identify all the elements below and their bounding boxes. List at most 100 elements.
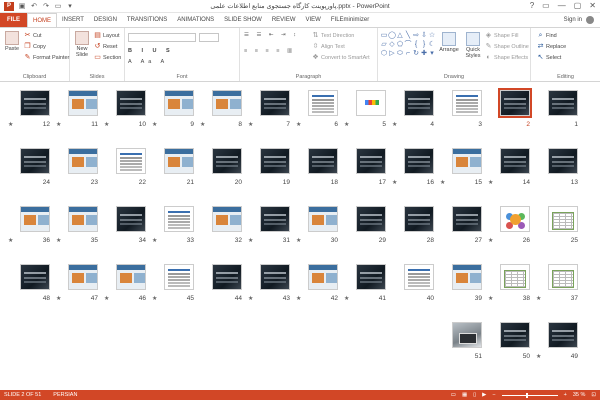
slide-thumbnail-29[interactable]: 29 [342, 206, 386, 246]
slide-thumbnail-38[interactable]: 38 ★ [486, 264, 530, 304]
slide-preview-9[interactable] [164, 90, 194, 116]
ribbon-display-button[interactable]: ▭ [542, 1, 550, 10]
format-painter-button[interactable]: ✎ Format Painter [24, 54, 70, 61]
slide-thumbnail-17[interactable]: 17 [342, 148, 386, 188]
undo-icon[interactable]: ↶ [30, 3, 38, 11]
cut-button[interactable]: ✂ Cut [24, 32, 42, 39]
slide-preview-3[interactable] [452, 90, 482, 116]
reset-button[interactable]: ↺ Reset [94, 43, 118, 50]
slide-thumbnail-33[interactable]: 33 ★ [150, 206, 194, 246]
slide-preview-7[interactable] [260, 90, 290, 116]
transition-star-icon[interactable]: ★ [56, 237, 61, 244]
slide-preview-8[interactable] [212, 90, 242, 116]
slide-thumbnail-50[interactable]: 50 [486, 322, 530, 362]
slide-thumbnail-6[interactable]: 6 ★ [294, 90, 338, 130]
normal-view-icon[interactable]: ▭ [451, 390, 456, 400]
font-family-select[interactable] [128, 33, 196, 42]
tab-home[interactable]: HOME [27, 13, 57, 27]
transition-star-icon[interactable]: ★ [488, 179, 493, 186]
text-direction-button[interactable]: ⇅ Text Direction [312, 32, 355, 39]
transition-star-icon[interactable]: ★ [248, 237, 253, 244]
slide-preview-51[interactable] [452, 322, 482, 348]
slide-thumbnail-16[interactable]: 16 ★ [390, 148, 434, 188]
layout-button[interactable]: ▤ Layout [94, 32, 119, 39]
maximize-button[interactable]: ▢ [574, 1, 582, 10]
select-button[interactable]: ↖ Select [537, 54, 562, 61]
tab-fileminimizer[interactable]: FILEminimizer [326, 13, 374, 27]
tab-file[interactable]: FILE [0, 13, 27, 27]
slide-thumbnail-7[interactable]: 7 ★ [246, 90, 290, 130]
slide-preview-46[interactable] [116, 264, 146, 290]
transition-star-icon[interactable]: ★ [344, 295, 349, 302]
transition-star-icon[interactable]: ★ [488, 237, 493, 244]
slide-preview-35[interactable] [68, 206, 98, 232]
transition-star-icon[interactable]: ★ [296, 295, 301, 302]
redo-icon[interactable]: ↷ [42, 3, 50, 11]
slide-preview-37[interactable] [548, 264, 578, 290]
slide-thumbnail-1[interactable]: 1 [534, 90, 578, 130]
shapes-gallery[interactable]: ▭ ◯ △ ╲ ⇨ ⇩ ☆ ▱ ◇ ⬠ ⌒{} ☾ ⬡ ▷ ⬭ ⌐ ↻ ✚ ▾ [380, 31, 436, 67]
transition-star-icon[interactable]: ★ [536, 295, 541, 302]
font-color-buttons[interactable]: A Aa A [128, 59, 168, 65]
transition-star-icon[interactable]: ★ [200, 121, 205, 128]
tab-design[interactable]: DESIGN [89, 13, 122, 27]
close-button[interactable]: ✕ [589, 1, 596, 10]
slide-thumbnail-32[interactable]: 32 [198, 206, 242, 246]
slide-thumbnail-45[interactable]: 45 ★ [150, 264, 194, 304]
tab-review[interactable]: REVIEW [267, 13, 301, 27]
slide-thumbnail-5[interactable]: 5 ★ [342, 90, 386, 130]
slide-thumbnail-49[interactable]: 49 ★ [534, 322, 578, 362]
help-button[interactable]: ? [530, 1, 534, 10]
slide-preview-34[interactable] [116, 206, 146, 232]
slide-thumbnail-10[interactable]: 10 ★ [102, 90, 146, 130]
zoom-slider-thumb[interactable] [525, 392, 528, 398]
slide-preview-32[interactable] [212, 206, 242, 232]
slide-preview-41[interactable] [356, 264, 386, 290]
slide-thumbnail-14[interactable]: 14 ★ [486, 148, 530, 188]
present-icon[interactable]: ▭ [54, 3, 62, 11]
slide-preview-20[interactable] [212, 148, 242, 174]
shape-effects-button[interactable]: ◐ Shape Effects [485, 54, 528, 61]
transition-star-icon[interactable]: ★ [8, 121, 13, 128]
slide-thumbnail-24[interactable]: 24 [6, 148, 50, 188]
slide-thumbnail-35[interactable]: 35 ★ [54, 206, 98, 246]
slide-thumbnail-31[interactable]: 31 ★ [246, 206, 290, 246]
slide-thumbnail-42[interactable]: 42 ★ [294, 264, 338, 304]
tab-animations[interactable]: ANIMATIONS [172, 13, 219, 27]
slide-preview-24[interactable] [20, 148, 50, 174]
slide-thumbnail-39[interactable]: 39 [438, 264, 482, 304]
font-size-select[interactable] [199, 33, 219, 42]
copy-button[interactable]: ❐ Copy [24, 43, 45, 50]
transition-star-icon[interactable]: ★ [248, 121, 253, 128]
slide-preview-4[interactable] [404, 90, 434, 116]
slide-preview-33[interactable] [164, 206, 194, 232]
slide-thumbnail-34[interactable]: 34 [102, 206, 146, 246]
replace-button[interactable]: ⇄ Replace [537, 43, 567, 50]
slide-preview-25[interactable] [548, 206, 578, 232]
tab-slide-show[interactable]: SLIDE SHOW [219, 13, 267, 27]
slide-thumbnail-44[interactable]: 44 [198, 264, 242, 304]
transition-star-icon[interactable]: ★ [488, 295, 493, 302]
convert-smartart-button[interactable]: ❖ Convert to SmartArt [312, 54, 369, 61]
font-format-buttons[interactable]: B I U S [128, 48, 174, 54]
slide-thumbnail-2[interactable]: 2 [486, 88, 532, 130]
transition-star-icon[interactable]: ★ [56, 121, 61, 128]
slide-thumbnail-11[interactable]: 11 ★ [54, 90, 98, 130]
sign-in-link[interactable]: Sign in [564, 13, 594, 27]
minimize-button[interactable]: — [558, 1, 566, 10]
slide-preview-47[interactable] [68, 264, 98, 290]
slide-thumbnail-21[interactable]: 21 [150, 148, 194, 188]
sorter-view-icon[interactable]: ▦ [462, 390, 467, 400]
slideshow-view-icon[interactable]: ▶ [482, 390, 486, 400]
slide-preview-48[interactable] [20, 264, 50, 290]
slide-preview-17[interactable] [356, 148, 386, 174]
slide-thumbnail-15[interactable]: 15 ★ [438, 148, 482, 188]
slide-thumbnail-3[interactable]: 3 [438, 90, 482, 130]
slide-thumbnail-22[interactable]: 22 [102, 148, 146, 188]
transition-star-icon[interactable]: ★ [536, 353, 541, 360]
transition-star-icon[interactable]: ★ [104, 121, 109, 128]
slide-thumbnail-27[interactable]: 27 [438, 206, 482, 246]
transition-star-icon[interactable]: ★ [56, 295, 61, 302]
slide-preview-18[interactable] [308, 148, 338, 174]
smiley-feedback-icon[interactable] [586, 16, 594, 24]
